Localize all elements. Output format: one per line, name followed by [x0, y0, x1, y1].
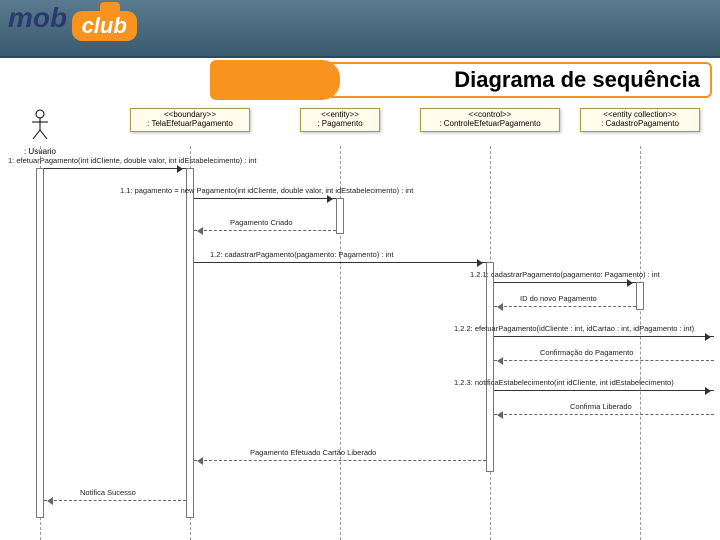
msg-r123-arrow [494, 414, 714, 415]
control-box: <<control>> : ControleEfetuarPagamento [420, 108, 560, 132]
msg-11-arrow [194, 198, 336, 199]
msg-1-arrow [44, 168, 186, 169]
page-title: Diagrama de sequência [454, 67, 700, 93]
participant-control: <<control>> : ControleEfetuarPagamento [420, 108, 560, 132]
title-box: Diagrama de sequência [212, 62, 712, 98]
msg-r122-label: Confirmação do Pagamento [540, 348, 633, 357]
participant-boundary: <<boundary>> : TelaEfetuarPagamento [130, 108, 250, 132]
msg-12-arrow [194, 262, 486, 263]
title-tab [210, 60, 340, 100]
collection-name: : CadastroPagamento [587, 120, 693, 129]
activation-boundary [186, 168, 194, 518]
msg-121-arrow [494, 282, 636, 283]
sequence-diagram: : Usuario <<boundary>> : TelaEfetuarPaga… [0, 104, 720, 540]
msg-r1-arrow [44, 500, 186, 501]
entity-name: : Pagamento [307, 120, 373, 129]
activation-collection [636, 282, 644, 310]
msg-r12-arrow [194, 460, 486, 461]
msg-r11-label: Pagamento Criado [230, 218, 293, 227]
msg-r11-arrow [194, 230, 336, 231]
header-bar: mob club [0, 0, 720, 58]
msg-1-label: 1: efetuarPagamento(int idCliente, doubl… [8, 156, 256, 165]
logo: mob club [8, 2, 178, 56]
logo-text-mob: mob [8, 2, 67, 34]
msg-123-arrow [494, 390, 714, 391]
logo-text-club: club [72, 11, 137, 41]
msg-122-label: 1.2.2: efetuarPagamento(idCliente : int,… [454, 324, 694, 333]
entity-box: <<entity>> : Pagamento [300, 108, 380, 132]
boundary-name: : TelaEfetuarPagamento [137, 120, 243, 129]
msg-r1-label: Notifica Sucesso [80, 488, 136, 497]
activation-control [486, 262, 494, 472]
lifeline-collection [640, 146, 641, 540]
participant-collection: <<entity collection>> : CadastroPagament… [580, 108, 700, 132]
msg-121-label: 1.2.1: cadastrarPagamento(pagamento: Pag… [470, 270, 660, 279]
actor-icon [30, 108, 50, 140]
activation-entity [336, 198, 344, 234]
msg-11-label: 1.1: pagamento = new Pagamento(int idCli… [120, 186, 413, 195]
msg-122-arrow [494, 336, 714, 337]
msg-r121-arrow [494, 306, 636, 307]
msg-r12-label: Pagamento Efetuado Cartão Liberado [250, 448, 376, 457]
msg-r122-arrow [494, 360, 714, 361]
msg-123-label: 1.2.3: notificaEstabelecimento(int idCli… [454, 378, 674, 387]
boundary-box: <<boundary>> : TelaEfetuarPagamento [130, 108, 250, 132]
msg-r121-label: ID do novo Pagamento [520, 294, 597, 303]
msg-r123-label: Confirma Liberado [570, 402, 632, 411]
activation-actor [36, 168, 44, 518]
control-name: : ControleEfetuarPagamento [427, 120, 553, 129]
participant-entity: <<entity>> : Pagamento [300, 108, 380, 132]
collection-box: <<entity collection>> : CadastroPagament… [580, 108, 700, 132]
msg-12-label: 1.2: cadastrarPagamento(pagamento: Pagam… [210, 250, 393, 259]
